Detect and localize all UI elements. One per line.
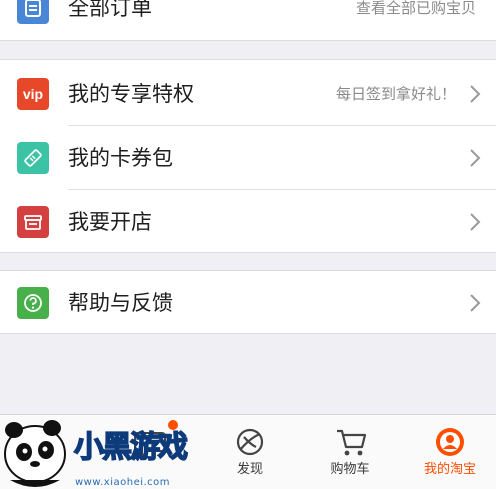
tab-discover-label: 发现 bbox=[236, 462, 263, 477]
vip-icon: vip bbox=[17, 78, 49, 110]
chevron-right-icon bbox=[470, 149, 481, 167]
tab-cart[interactable]: 购物车 bbox=[295, 415, 405, 489]
orders-row[interactable]: 全部订单 查看全部已购宝贝 bbox=[0, 0, 496, 40]
tab-my-taobao[interactable]: 我的淘宝 bbox=[395, 415, 496, 489]
menu-item-store[interactable]: 我要开店 bbox=[0, 190, 496, 254]
chevron-right-icon bbox=[470, 85, 481, 103]
chevron-right-icon bbox=[470, 213, 481, 231]
cart-icon bbox=[337, 429, 367, 456]
watermark-brand: 小黑游戏 bbox=[73, 429, 189, 466]
tab-cart-label: 购物车 bbox=[330, 462, 370, 477]
menu-item-coupons[interactable]: 我的卡券包 bbox=[0, 126, 496, 190]
privilege-label: 我的专享特权 bbox=[68, 82, 194, 106]
help-section: 帮助与反馈 bbox=[0, 270, 496, 334]
orders-section: 全部订单 查看全部已购宝贝 bbox=[0, 0, 496, 40]
chevron-right-icon bbox=[470, 294, 481, 312]
section-divider bbox=[0, 40, 496, 41]
orders-label: 全部订单 bbox=[68, 0, 152, 20]
privilege-hint: 每日签到拿好礼！ bbox=[335, 85, 456, 103]
list-icon bbox=[17, 0, 49, 24]
planet-icon bbox=[236, 428, 264, 456]
watermark-url: www.xiaohei.com bbox=[75, 477, 171, 488]
menu-section: vip 我的专享特权 每日签到拿好礼！ 我的卡券包 我要开店 bbox=[0, 59, 496, 253]
ticket-icon bbox=[17, 142, 49, 174]
orders-hint: 查看全部已购宝贝 bbox=[355, 0, 476, 17]
coupons-label: 我的卡券包 bbox=[68, 146, 173, 170]
question-icon bbox=[17, 287, 49, 319]
menu-item-privilege[interactable]: vip 我的专享特权 每日签到拿好礼！ bbox=[0, 62, 496, 126]
avatar-icon bbox=[436, 428, 464, 456]
storefront-icon bbox=[17, 206, 49, 238]
help-label: 帮助与反馈 bbox=[68, 291, 173, 315]
tab-discover[interactable]: 发现 bbox=[195, 415, 305, 489]
tab-my-taobao-label: 我的淘宝 bbox=[423, 462, 476, 477]
watermark: 小黑游戏 www.xiaohei.com bbox=[0, 414, 200, 489]
vip-icon-text: vip bbox=[22, 86, 44, 102]
store-label: 我要开店 bbox=[68, 210, 152, 234]
menu-item-help[interactable]: 帮助与反馈 bbox=[0, 271, 496, 335]
